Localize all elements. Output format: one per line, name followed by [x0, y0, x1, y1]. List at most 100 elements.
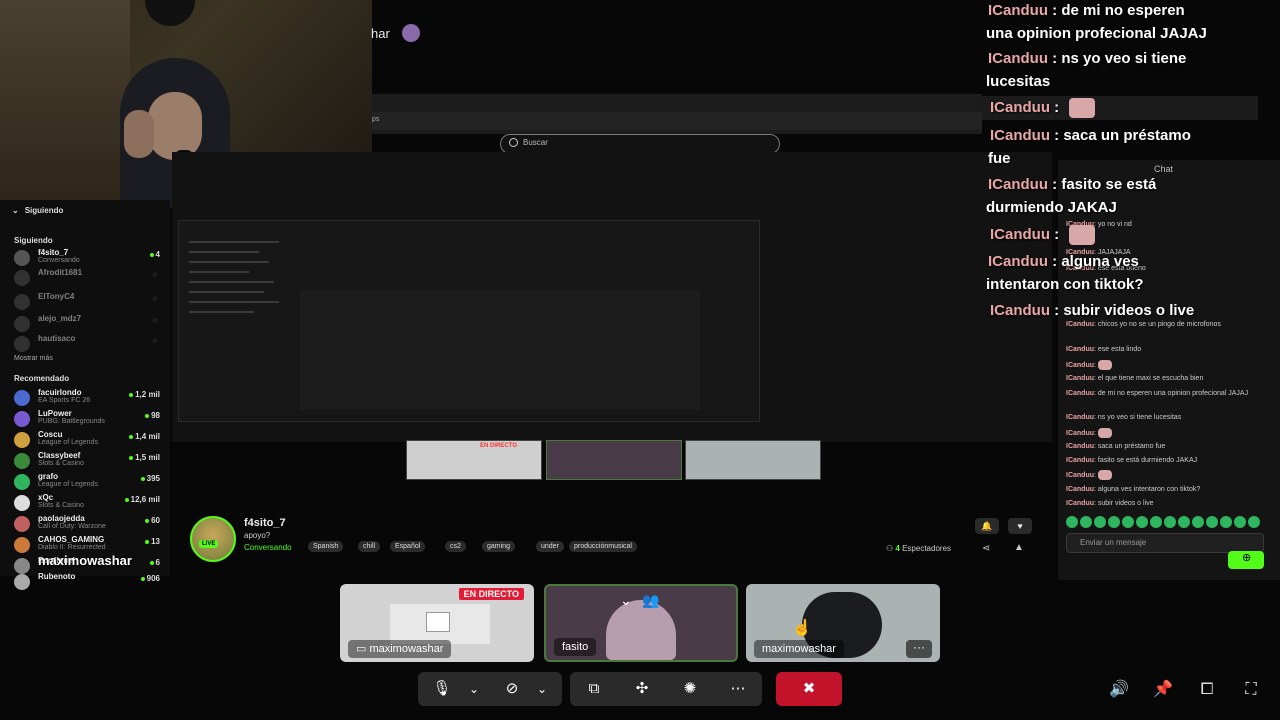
emote-icon[interactable] [1066, 516, 1078, 528]
pin-icon[interactable]: 📌 [1152, 680, 1174, 700]
show-more-link[interactable]: Mostrar más [14, 355, 53, 362]
overlay-chat-text: fasito se está [1061, 176, 1157, 193]
nested-tile-maximo [685, 440, 821, 480]
emote-icon[interactable] [1136, 516, 1148, 528]
participant-tile-screen[interactable]: EN DIRECTO ▭ maximowashar [340, 584, 534, 662]
participant-name: maximowashar [369, 643, 444, 655]
emote-icon[interactable] [1164, 516, 1176, 528]
reactions-icon[interactable]: ✺ [680, 679, 700, 699]
stream-tag[interactable]: cs2 [445, 541, 466, 552]
sidebar-item-count: 6 [149, 558, 160, 567]
nested-live-label: EN DIRECTO [480, 443, 517, 449]
sidebar-item-recommended[interactable]: Rubenoto 906 [14, 572, 164, 590]
share-icon[interactable]: ⋖ [982, 543, 990, 554]
overlay-chat-username: ICanduu [988, 50, 1048, 67]
sidebar-item-category: Diablo II: Resurrected [38, 544, 106, 551]
emote-icon[interactable] [1080, 516, 1092, 528]
emote-icon[interactable] [1150, 516, 1162, 528]
chat-text: ese esta lindo [1097, 346, 1142, 353]
sidebar-item-following[interactable]: hautisaco ⊘ [14, 334, 164, 352]
sidebar-item-following[interactable]: Afrodit1681 ⊘ [14, 268, 164, 286]
emote-icon[interactable] [1220, 516, 1232, 528]
following-toggle[interactable]: ⌄ Siguiendo [12, 206, 63, 215]
nested-tile-screen [406, 440, 542, 480]
sidebar-item-recommended[interactable]: LuPower PUBG: Battlegrounds 98 [14, 409, 164, 427]
fullscreen-icon[interactable]: ⛶ [1240, 680, 1262, 700]
sidebar: ⌄ Siguiendo Siguiendo f4sito_7 Conversando… [0, 200, 170, 590]
more-icon[interactable]: ⋯ [728, 679, 748, 699]
sidebar-item-recommended[interactable]: Coscu League of Legends 1,4 mil [14, 430, 164, 448]
people-icon[interactable]: 👥 [642, 592, 659, 609]
chevron-down-icon[interactable]: ⌄ [620, 592, 632, 609]
avatar [14, 411, 30, 427]
chevron-down-icon[interactable]: ⌄ [464, 679, 484, 699]
chat-username: ICanduu [1066, 486, 1094, 493]
stream-tag[interactable]: Spanish [308, 541, 344, 552]
emote-icon[interactable] [1122, 516, 1134, 528]
sidebar-item-recommended[interactable]: grafo League of Legends 395 [14, 472, 164, 490]
sidebar-item-recommended[interactable]: xQc Slots & Casino 12,6 mil [14, 493, 164, 511]
stream-tag[interactable]: under [536, 541, 564, 552]
offline-icon: ⊘ [152, 296, 158, 303]
notification-bell-button[interactable]: 🔔 [975, 518, 999, 534]
overlay-chat-separator: : [1048, 253, 1062, 270]
sidebar-item-name: Afrodit1681 [38, 268, 83, 277]
sidebar-item-following[interactable]: f4sito_7 Conversando 4 [14, 248, 164, 266]
stream-tag[interactable]: gaming [482, 541, 515, 552]
chat-message: ICanduu: [1066, 428, 1256, 438]
emote-icon[interactable] [1248, 516, 1260, 528]
viewer-count: ⚇ 4 Espectadores [886, 544, 951, 553]
share-screen-icon[interactable]: ⧉ [584, 679, 604, 699]
leave-call-icon: ✖ [802, 680, 816, 697]
stream-category[interactable]: Conversando [244, 543, 292, 552]
avatar [14, 250, 30, 266]
sidebar-item-name: alejo_mdz7 [38, 314, 82, 323]
participant-label: maximowashar [754, 640, 844, 658]
anime-avatar [606, 600, 676, 660]
participant-tile-fasito[interactable]: ⌄ 👥 fasito [544, 584, 738, 662]
overlay-chat-separator: : [1048, 2, 1062, 19]
chat-message: ICanduu: el que tiene maxi se escucha bi… [1066, 375, 1204, 382]
more-options-button[interactable]: ··· [906, 640, 932, 658]
streamer-avatar[interactable] [190, 516, 236, 562]
overlay-chat-username: ICanduu [990, 127, 1050, 144]
stream-tag[interactable]: Español [390, 541, 426, 552]
cast-icon[interactable]: ⧠ [1196, 680, 1218, 700]
volume-icon[interactable]: 🔊 [1108, 680, 1130, 700]
sidebar-item-count: 1,2 mil [129, 390, 160, 399]
sidebar-item-count: 1,4 mil [129, 432, 160, 441]
emote-icon[interactable] [1206, 516, 1218, 528]
follow-heart-button[interactable]: ♥ [1008, 518, 1032, 534]
sidebar-item-following[interactable]: alejo_mdz7 ⊘ [14, 314, 164, 332]
emote-icon[interactable] [1234, 516, 1246, 528]
search-placeholder: Buscar [523, 138, 548, 147]
camera-off-icon[interactable]: ⊘ [502, 679, 522, 699]
zoom-in-icon[interactable]: ⊕ [1242, 551, 1251, 564]
report-icon[interactable]: ▲ [1014, 542, 1024, 553]
chevron-down-icon[interactable]: ⌄ [532, 679, 552, 699]
emote-icon[interactable] [1094, 516, 1106, 528]
leave-call-button[interactable]: ✖ [776, 672, 842, 706]
sidebar-item-recommended[interactable]: CAHOS_GAMING Diablo II: Resurrected 13 [14, 535, 164, 553]
mic-icon[interactable]: 🎙 [432, 679, 452, 699]
activities-icon[interactable]: ✣ [632, 679, 652, 699]
stream-tag[interactable]: producciónmusical [569, 541, 637, 552]
emote-icon[interactable] [1192, 516, 1204, 528]
media-controls-group: 🎙 ⌄ ⊘ ⌄ [418, 672, 562, 706]
emote-icon[interactable] [1178, 516, 1190, 528]
nested-tile-fasito [546, 440, 682, 480]
chat-input-placeholder: Enviar un mensaje [1080, 538, 1147, 547]
sidebar-item-following[interactable]: ElTonyC4 ⊘ [14, 292, 164, 310]
live-badge-tile: EN DIRECTO [458, 588, 524, 600]
stream-tag[interactable]: chill [358, 541, 381, 552]
sidebar-item-recommended[interactable]: Classybeef Slots & Casino 1,5 mil [14, 451, 164, 469]
sidebar-item-recommended[interactable]: paolaojedda Call of Duty: Warzone 60 [14, 514, 164, 532]
streamer-name[interactable]: f4sito_7 [244, 517, 286, 529]
emote-icon[interactable] [1108, 516, 1120, 528]
chat-username: ICanduu [1066, 457, 1094, 464]
sidebar-item-recommended[interactable]: facuirlondo EA Sports FC 26 1,2 mil [14, 388, 164, 406]
overlay-chat-message: ICanduu : de mi no esperen una opinion pr… [986, 0, 1207, 45]
chat-text: alguna ves intentaron con tiktok? [1097, 486, 1201, 493]
participant-tile-maximo[interactable]: maximowashar ··· [746, 584, 940, 662]
viewers-icon: ⚇ [886, 544, 896, 553]
